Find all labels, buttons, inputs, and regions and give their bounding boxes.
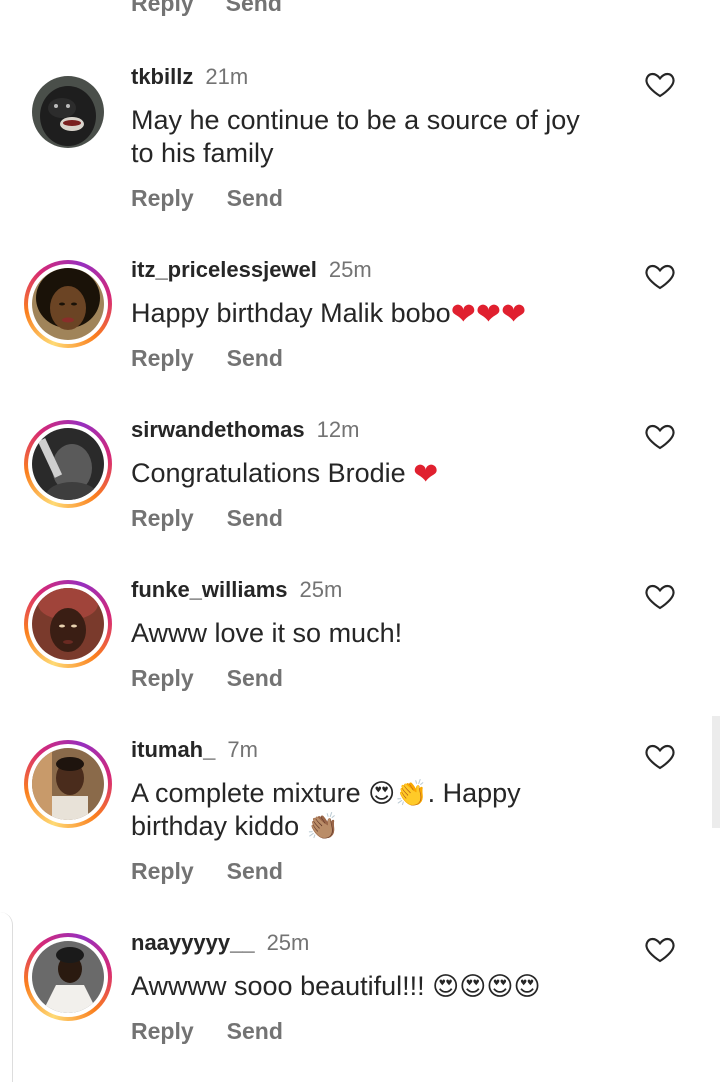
send-button[interactable]: Send [226,0,282,15]
send-button[interactable]: Send [227,857,283,885]
send-button[interactable]: Send [227,344,283,372]
send-button[interactable]: Send [227,504,283,532]
comment-text: A complete mixture 😍👏. Happy birthday ki… [131,777,631,843]
heart-outline-icon[interactable] [643,740,677,772]
reply-button[interactable]: Reply [131,504,194,532]
red-heart-emoji: ❤❤❤ [450,298,527,331]
avatar [32,588,104,660]
comment-text-line: Awww love it so much! [131,618,403,648]
avatar [32,428,104,500]
avatar-story-ring[interactable] [24,580,112,668]
scrollbar[interactable] [712,716,720,828]
comment-text-line: Congratulations Brodie [131,458,414,488]
comment-text-line: to his family [131,138,274,168]
username[interactable]: funke_williams [131,577,288,603]
username[interactable]: itumah_ [131,737,215,763]
avatar-story-ring[interactable] [24,260,112,348]
emoji: 😍😍😍😍 [432,971,541,1001]
avatar[interactable] [32,76,104,148]
comment-text: Happy birthday Malik bobo❤❤❤ [131,297,631,330]
send-button[interactable]: Send [227,1017,283,1045]
username[interactable]: itz_pricelessjewel [131,257,317,283]
timestamp: 25m [299,577,343,602]
avatar-story-ring[interactable] [24,420,112,508]
timestamp: 25m [328,257,372,282]
avatar-story-ring[interactable] [24,740,112,828]
send-button[interactable]: Send [227,664,283,692]
red-heart-emoji: ❤ [413,458,439,491]
reply-button[interactable]: Reply [131,0,194,15]
comment-text-line: May he continue to be a source of joy [131,105,580,135]
avatar [32,941,104,1013]
previous-comment-actions: Reply Send [131,0,282,15]
comment-text: Awww love it so much! [131,617,631,650]
comment-text-line: Awwww sooo beautiful!!! [131,971,433,1001]
username[interactable]: tkbillz [131,64,193,90]
timestamp: 25m [266,930,310,955]
reply-button[interactable]: Reply [131,857,194,885]
username[interactable]: sirwandethomas [131,417,305,443]
timestamp: 21m [205,64,249,89]
heart-outline-icon[interactable] [643,420,677,452]
comment-text-line: birthday kiddo 👏🏽 [131,811,339,841]
emoji: 😍👏 [368,778,428,808]
avatar-story-ring[interactable] [24,933,112,1021]
emoji: 👏🏽 [306,811,339,841]
reply-button[interactable]: Reply [131,1017,194,1045]
reply-button[interactable]: Reply [131,664,194,692]
send-button[interactable]: Send [227,184,283,212]
comment-text: May he continue to be a source of joy to… [131,104,631,170]
reply-button[interactable]: Reply [131,184,194,212]
heart-outline-icon[interactable] [643,260,677,292]
comment-text: Awwww sooo beautiful!!! 😍😍😍😍 [131,970,631,1003]
username[interactable]: naayyyyy__ [131,930,255,956]
avatar [32,268,104,340]
heart-outline-icon[interactable] [643,580,677,612]
comment-text-line: Happy birthday Malik bobo [131,298,451,328]
comment-text-line: A complete mixture 😍👏. Happy [131,778,521,808]
heart-outline-icon[interactable] [643,933,677,965]
edge-panel-handle[interactable] [0,912,13,1082]
timestamp: 7m [227,737,258,762]
heart-outline-icon[interactable] [643,68,677,100]
timestamp: 12m [316,417,360,442]
reply-button[interactable]: Reply [131,344,194,372]
avatar [32,748,104,820]
comment-text: Congratulations Brodie ❤ [131,457,631,490]
